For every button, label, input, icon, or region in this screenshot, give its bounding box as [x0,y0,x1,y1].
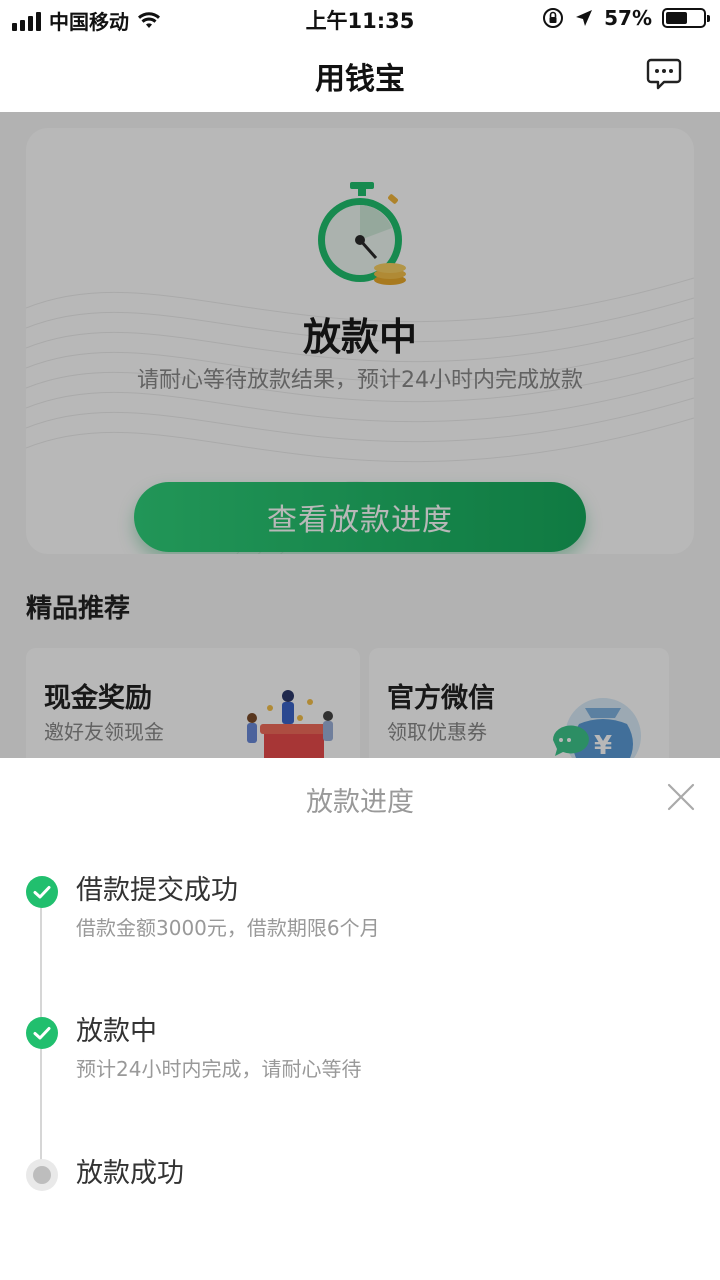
status-bar: 中国移动 上午11:35 57% [0,0,720,36]
step-title: 借款提交成功 [76,875,238,906]
step-title: 放款中 [76,1016,157,1047]
step-description: 借款金额3000元，借款期限6个月 [76,916,380,940]
battery-icon [662,8,710,28]
rotation-lock-icon [543,8,564,28]
pending-dot-icon [26,1159,58,1191]
navigation-bar: 用钱宝 [0,36,720,112]
check-icon [26,1017,58,1049]
modal-backdrop[interactable] [0,112,720,758]
page-title: 用钱宝 [315,62,405,97]
close-icon[interactable] [666,782,696,812]
location-icon [576,10,593,26]
sheet-title: 放款进度 [306,787,414,818]
message-button[interactable] [646,56,682,92]
check-icon [26,876,58,908]
step-title: 放款成功 [76,1158,184,1189]
progress-bottom-sheet: 放款进度 借款提交成功 借款金额3000元，借款期限6个月 放款中 预计24小时… [0,758,720,1280]
step-description: 预计24小时内完成，请耐心等待 [76,1057,362,1081]
battery-percent: 57% [604,6,652,30]
